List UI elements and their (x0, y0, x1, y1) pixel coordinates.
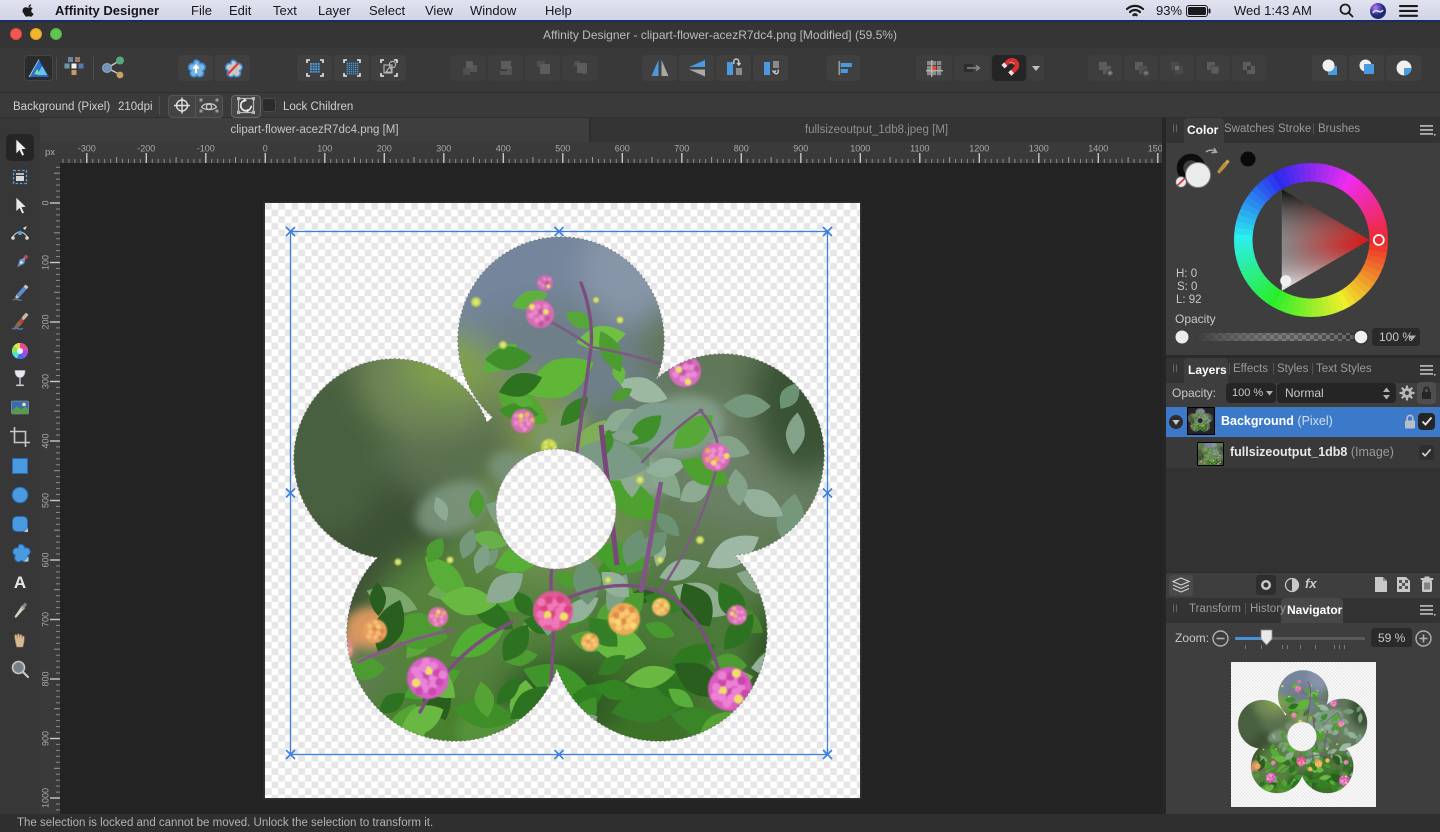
svg-text:800: 800 (734, 144, 749, 154)
svg-text:A: A (14, 573, 26, 592)
svg-text:500: 500 (41, 493, 51, 508)
svg-text:0: 0 (263, 144, 268, 154)
svg-text:L: 92: L: 92 (1176, 294, 1202, 306)
svg-text:600: 600 (615, 144, 630, 154)
svg-text:1300: 1300 (1029, 144, 1049, 154)
svg-text:1000: 1000 (41, 788, 51, 808)
svg-text:-300: -300 (78, 144, 96, 154)
svg-text:1000: 1000 (850, 144, 870, 154)
svg-text:800: 800 (41, 671, 51, 686)
svg-text:100 %: 100 % (1379, 330, 1413, 344)
svg-text:1200: 1200 (969, 144, 989, 154)
svg-text:400: 400 (496, 144, 511, 154)
svg-text:Opacity: Opacity (1175, 312, 1216, 326)
svg-text:-100: -100 (197, 144, 215, 154)
svg-text:300: 300 (436, 144, 451, 154)
svg-text:100: 100 (41, 255, 51, 270)
svg-text:1500: 1500 (1148, 144, 1162, 154)
svg-text:200: 200 (41, 314, 51, 329)
svg-text:500: 500 (555, 144, 570, 154)
svg-text:700: 700 (41, 612, 51, 627)
svg-text:S: 0: S: 0 (1177, 281, 1197, 293)
svg-text:1100: 1100 (910, 144, 929, 154)
svg-text:900: 900 (793, 144, 808, 154)
svg-text:400: 400 (41, 433, 51, 448)
svg-text:0: 0 (41, 200, 51, 205)
svg-text:700: 700 (674, 144, 689, 154)
svg-text:600: 600 (41, 552, 51, 567)
svg-text:100: 100 (317, 144, 332, 154)
svg-text:H: 0: H: 0 (1176, 268, 1197, 280)
svg-text:200: 200 (377, 144, 392, 154)
svg-text:1400: 1400 (1088, 144, 1108, 154)
svg-text:900: 900 (41, 731, 51, 746)
svg-text:300: 300 (41, 374, 51, 389)
svg-text:-200: -200 (137, 144, 155, 154)
